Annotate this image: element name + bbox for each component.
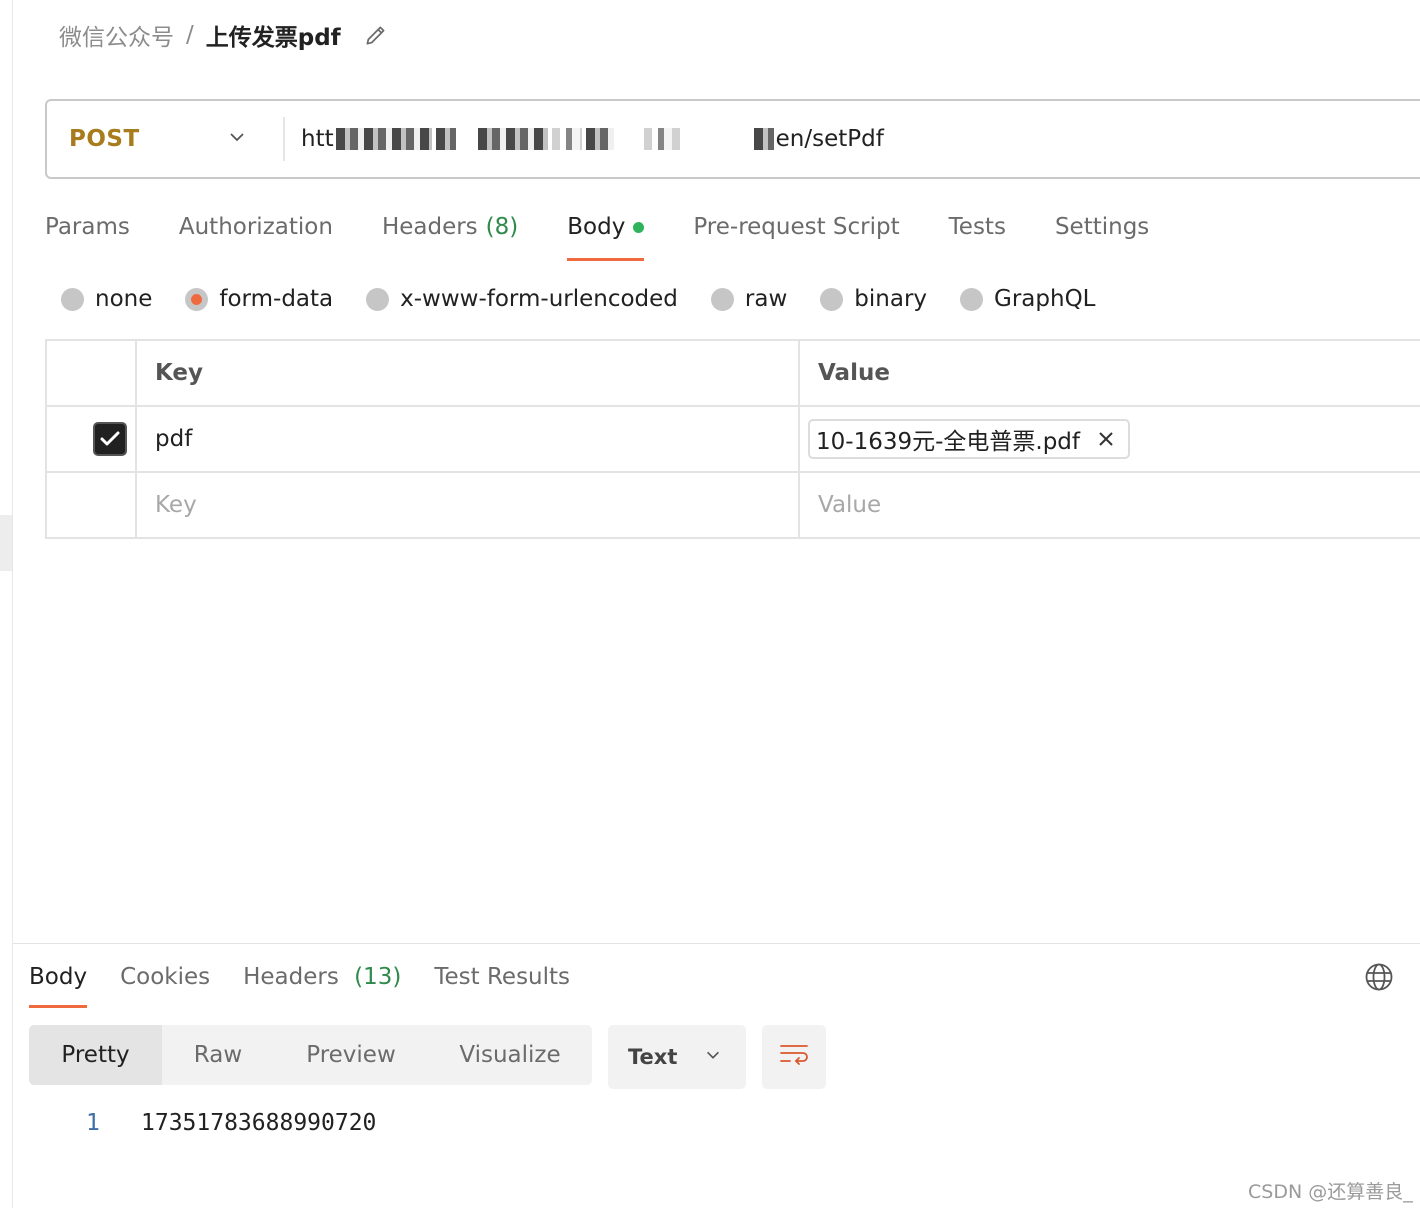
watermark: CSDN @还算善良_	[1248, 1181, 1413, 1203]
method-select[interactable]: POST	[47, 117, 285, 161]
key-cell[interactable]: pdf	[137, 407, 800, 471]
globe-icon[interactable]	[1364, 962, 1394, 992]
headers-count: (8)	[485, 214, 519, 240]
response-tab-test-results[interactable]: Test Results	[434, 958, 570, 1008]
view-preview[interactable]: Preview	[274, 1025, 428, 1085]
redacted-url-part	[335, 128, 432, 150]
response-tab-body[interactable]: Body	[29, 958, 88, 1008]
redacted-url-part	[585, 128, 614, 150]
column-header-key: Key	[137, 341, 800, 405]
body-type-urlencoded[interactable]: x-www-form-urlencoded	[366, 286, 678, 312]
view-raw[interactable]: Raw	[162, 1025, 274, 1085]
tab-tests[interactable]: Tests	[949, 205, 1006, 261]
tab-authorization[interactable]: Authorization	[179, 205, 333, 261]
body-type-binary[interactable]: binary	[820, 286, 927, 312]
response-divider[interactable]	[13, 943, 1420, 944]
response-line: 1 17351783688990720	[86, 1110, 376, 1136]
sidebar-resize-handle[interactable]	[0, 515, 12, 571]
redacted-url-part	[477, 128, 548, 150]
tab-params[interactable]: Params	[45, 205, 130, 261]
column-header-value: Value	[818, 360, 890, 386]
view-pretty[interactable]: Pretty	[29, 1025, 162, 1085]
response-text: 17351783688990720	[141, 1110, 377, 1136]
format-label: Text	[628, 1045, 678, 1069]
wrap-lines-button[interactable]	[762, 1025, 826, 1089]
table-header-row: Key Value	[47, 341, 1420, 407]
url-suffix: en/setPdf	[775, 126, 884, 152]
redacted-url-part	[551, 128, 582, 150]
file-name: 10-1639元-全电普票.pdf	[816, 429, 1081, 455]
pencil-icon[interactable]	[363, 22, 389, 48]
radio-button[interactable]	[710, 287, 734, 311]
new-key-input[interactable]: Key	[137, 473, 800, 537]
table-row-new: Key Value	[47, 473, 1420, 539]
tab-settings[interactable]: Settings	[1055, 205, 1149, 261]
tab-pre-request-script[interactable]: Pre-request Script	[693, 205, 899, 261]
view-mode-segmented: Pretty Raw Preview Visualize	[29, 1025, 592, 1085]
body-type-form-data[interactable]: form-data	[185, 286, 333, 312]
radio-button[interactable]	[61, 287, 84, 311]
value-cell[interactable]: 10-1639元-全电普票.pdf	[800, 407, 1420, 471]
body-type-options: none form-data x-www-form-urlencoded raw…	[61, 282, 1129, 316]
url-input[interactable]: htt en/setPdf	[301, 126, 884, 152]
chevron-down-icon	[227, 127, 247, 151]
body-type-graphql[interactable]: GraphQL	[960, 286, 1096, 312]
file-chip[interactable]: 10-1639元-全电普票.pdf	[808, 419, 1131, 459]
view-visualize[interactable]: Visualize	[428, 1025, 592, 1085]
radio-button[interactable]	[960, 287, 984, 311]
url-bar: POST htt en/setPdf	[45, 99, 1420, 179]
wrap-lines-icon	[778, 1039, 810, 1075]
request-name[interactable]: 上传发票pdf	[206, 18, 341, 52]
close-icon[interactable]	[1096, 429, 1116, 449]
table-row: pdf 10-1639元-全电普票.pdf	[47, 407, 1420, 473]
response-tab-cookies[interactable]: Cookies	[120, 958, 210, 1008]
breadcrumb-separator: /	[186, 22, 194, 48]
redacted-url-part	[643, 128, 686, 150]
new-value-input[interactable]: Value	[800, 473, 1420, 537]
request-tabs: Params Authorization Headers (8) Body Pre…	[45, 205, 1198, 261]
radio-button[interactable]	[820, 287, 844, 311]
body-indicator-dot	[633, 222, 645, 233]
radio-button-selected[interactable]	[185, 287, 209, 311]
form-data-table: Key Value pdf 10-1639元-全电普票.pdf Key Valu…	[45, 339, 1420, 539]
chevron-down-icon	[704, 1045, 722, 1069]
breadcrumb: 微信公众号 / 上传发票pdf	[59, 18, 389, 52]
response-tabs: Body Cookies Headers (13) Test Results	[29, 958, 603, 1010]
body-type-none[interactable]: none	[61, 286, 152, 312]
url-prefix: htt	[301, 126, 334, 152]
body-type-raw[interactable]: raw	[710, 286, 787, 312]
method-label: POST	[69, 126, 140, 152]
tab-body[interactable]: Body	[567, 205, 645, 261]
row-enabled-checkbox[interactable]	[93, 422, 127, 456]
response-tab-headers[interactable]: Headers (13)	[243, 958, 401, 1008]
tab-headers[interactable]: Headers (8)	[382, 205, 518, 261]
left-rail	[0, 0, 13, 1208]
format-select[interactable]: Text	[608, 1025, 746, 1089]
response-headers-count: (13)	[354, 964, 402, 990]
radio-button[interactable]	[366, 287, 390, 311]
redacted-url-part	[753, 128, 774, 150]
line-number: 1	[86, 1110, 100, 1136]
redacted-url-part	[435, 128, 456, 150]
breadcrumb-collection[interactable]: 微信公众号	[59, 18, 174, 52]
